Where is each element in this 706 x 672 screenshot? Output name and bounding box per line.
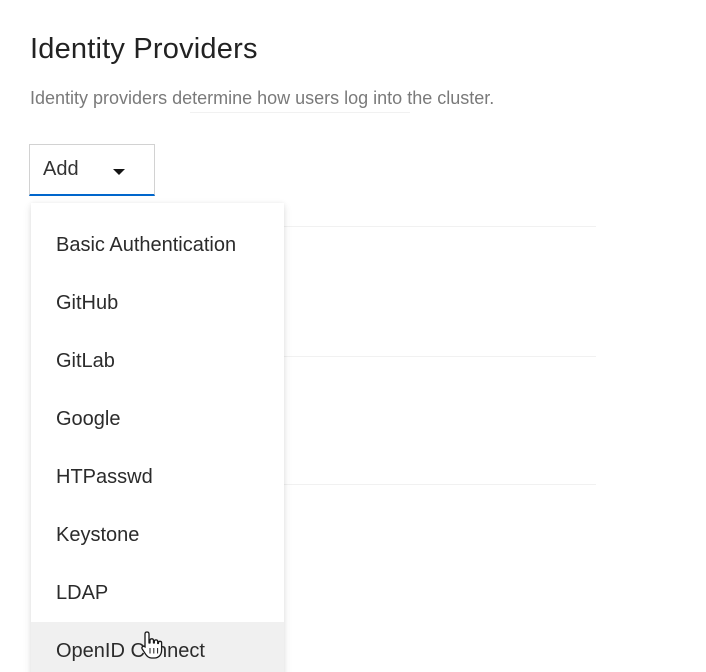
add-dropdown-toggle[interactable]: Add xyxy=(29,144,155,196)
add-dropdown-menu: Basic Authentication GitHub GitLab Googl… xyxy=(31,203,284,672)
menu-item-gitlab[interactable]: GitLab xyxy=(31,332,284,390)
menu-item-google[interactable]: Google xyxy=(31,390,284,448)
menu-item-github[interactable]: GitHub xyxy=(31,274,284,332)
menu-item-openid-connect[interactable]: OpenID Connect xyxy=(31,622,284,672)
background-divider xyxy=(190,112,410,113)
background-divider xyxy=(284,484,596,485)
add-dropdown-label: Add xyxy=(43,158,79,180)
caret-down-icon xyxy=(113,169,125,175)
menu-item-htpasswd[interactable]: HTPasswd xyxy=(31,448,284,506)
page-description: Identity providers determine how users l… xyxy=(30,88,495,108)
background-divider xyxy=(284,356,596,357)
menu-item-basic-authentication[interactable]: Basic Authentication xyxy=(31,216,284,274)
background-divider xyxy=(284,226,596,227)
menu-item-keystone[interactable]: Keystone xyxy=(31,506,284,564)
page-title: Identity Providers xyxy=(30,33,258,66)
menu-item-ldap[interactable]: LDAP xyxy=(31,564,284,622)
identity-providers-page: Identity Providers Identity providers de… xyxy=(0,0,706,672)
